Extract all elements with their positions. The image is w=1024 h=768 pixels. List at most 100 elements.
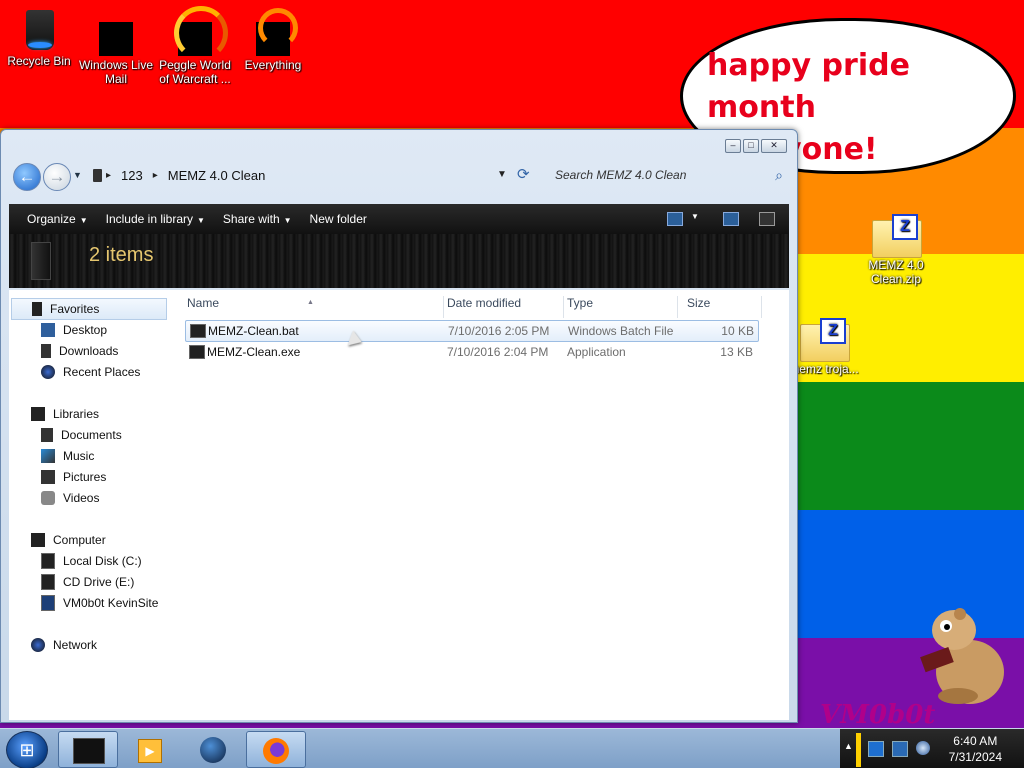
nav-videos[interactable]: Videos bbox=[41, 488, 99, 508]
desktop-icon-memz-zip[interactable]: Z MEMZ 4.0 Clean.zip bbox=[854, 214, 938, 286]
back-button[interactable]: ← bbox=[13, 163, 41, 191]
videos-icon bbox=[41, 491, 55, 505]
nav-label: Local Disk (C:) bbox=[63, 554, 142, 568]
nav-label: Documents bbox=[61, 428, 122, 442]
hamster-reading-icon bbox=[920, 608, 1004, 704]
share-with-button[interactable]: Share with ▼ bbox=[223, 212, 292, 226]
vm0b0t-logo: VM0b0t bbox=[820, 700, 936, 730]
column-header-size[interactable]: Size bbox=[685, 296, 762, 318]
search-icon[interactable]: ⌕ bbox=[771, 167, 787, 184]
column-header-date[interactable]: Date modified bbox=[445, 296, 564, 318]
address-dropdown-icon[interactable]: ▼ bbox=[497, 169, 507, 180]
chevron-right-icon[interactable]: ▸ bbox=[106, 170, 111, 181]
nav-music[interactable]: Music bbox=[41, 446, 94, 466]
forward-button[interactable]: → bbox=[43, 163, 71, 191]
nav-label: Pictures bbox=[63, 470, 107, 484]
item-count: 2 items bbox=[89, 244, 154, 266]
file-row[interactable]: MEMZ-Clean.exe 7/10/2016 2:04 PM Applica… bbox=[185, 342, 757, 362]
taskbar-media-player-button[interactable]: ▶ bbox=[120, 731, 178, 766]
taskbar-firefox-button[interactable] bbox=[246, 731, 306, 768]
search-box[interactable]: Search MEMZ 4.0 Clean ⌕ bbox=[551, 162, 787, 188]
organize-button[interactable]: Organize ▼ bbox=[27, 212, 88, 226]
zip-icon: Z bbox=[800, 318, 850, 362]
help-icon[interactable] bbox=[759, 212, 775, 226]
network-icon bbox=[31, 638, 45, 652]
libraries-icon bbox=[31, 407, 45, 421]
new-folder-button[interactable]: New folder bbox=[310, 212, 367, 226]
nav-label: Downloads bbox=[59, 344, 119, 358]
change-view-icon[interactable] bbox=[667, 212, 683, 226]
nav-recent-places[interactable]: Recent Places bbox=[41, 362, 140, 382]
explorer-window[interactable]: – □ ✕ ← → ▼ ▸ 123 ▸ MEMZ 4.0 Clean ▼ ⟳ S… bbox=[0, 129, 798, 723]
maximize-button[interactable]: □ bbox=[743, 139, 759, 153]
downloads-icon bbox=[41, 344, 51, 358]
volume-icon[interactable] bbox=[916, 741, 930, 755]
recycle-bin-icon bbox=[22, 8, 56, 52]
nav-label: Desktop bbox=[63, 323, 108, 337]
taskbar-explorer-button[interactable] bbox=[58, 731, 118, 768]
nav-downloads[interactable]: Downloads bbox=[41, 341, 118, 361]
desktop-icon-recycle-bin[interactable]: Recycle Bin bbox=[0, 8, 81, 68]
nav-computer[interactable]: Computer bbox=[31, 530, 106, 550]
desktop: Recycle Bin Windows Live Mail Peggle Wor… bbox=[0, 0, 1024, 768]
address-bar[interactable]: ▸ 123 ▸ MEMZ 4.0 Clean bbox=[89, 162, 521, 188]
include-label: Include in library bbox=[105, 212, 193, 226]
column-header-name[interactable]: ▲ Name bbox=[185, 296, 444, 318]
nav-libraries[interactable]: Libraries bbox=[31, 404, 99, 424]
refresh-icon[interactable]: ⟳ bbox=[517, 165, 530, 183]
breadcrumb-123[interactable]: 123 bbox=[121, 168, 143, 183]
clock-date: 7/31/2024 bbox=[948, 750, 1002, 764]
folder-large-icon bbox=[31, 242, 51, 280]
explorer-body: Favorites Desktop Downloads Recent Place… bbox=[9, 290, 789, 720]
chevron-down-icon: ▼ bbox=[283, 216, 292, 225]
nav-pictures[interactable]: Pictures bbox=[41, 467, 106, 487]
start-button[interactable]: ⊞ bbox=[6, 731, 48, 768]
file-row[interactable]: MEMZ-Clean.bat 7/10/2016 2:05 PM Windows… bbox=[185, 320, 759, 342]
nav-desktop[interactable]: Desktop bbox=[41, 320, 107, 340]
details-header: 2 items bbox=[9, 234, 789, 288]
recent-pages-dropdown-icon[interactable]: ▼ bbox=[73, 170, 82, 180]
action-center-icon[interactable] bbox=[868, 741, 884, 757]
music-icon bbox=[41, 449, 55, 463]
taskbar: ⊞ ▶ ▲ 6:40 AM 7/31/2024 bbox=[0, 728, 1024, 768]
peggle-ring-icon bbox=[174, 6, 228, 60]
include-in-library-button[interactable]: Include in library ▼ bbox=[106, 212, 205, 226]
chevron-right-icon[interactable]: ▸ bbox=[153, 170, 158, 181]
view-dropdown-icon[interactable]: ▼ bbox=[691, 212, 705, 224]
nav-label: Music bbox=[63, 449, 95, 463]
desktop-icon bbox=[41, 323, 55, 337]
command-bar: Organize ▼ Include in library ▼ Share with… bbox=[9, 204, 789, 234]
file-type: Windows Batch File bbox=[568, 324, 674, 338]
desktop-icon-label: Windows Live Mail bbox=[78, 58, 154, 86]
zip-folder-icon: Z bbox=[800, 318, 850, 362]
batch-file-icon bbox=[190, 324, 206, 338]
window-caption-buttons: – □ ✕ bbox=[725, 139, 787, 153]
system-tray: ▲ 6:40 AM 7/31/2024 bbox=[840, 729, 1024, 768]
globe-icon bbox=[200, 737, 226, 763]
column-header-type[interactable]: Type bbox=[565, 296, 678, 318]
preview-pane-icon[interactable] bbox=[723, 212, 739, 226]
chevron-down-icon: ▼ bbox=[79, 216, 88, 225]
nav-documents[interactable]: Documents bbox=[41, 425, 122, 445]
file-date: 7/10/2016 2:04 PM bbox=[447, 345, 549, 359]
clock[interactable]: 6:40 AM 7/31/2024 bbox=[949, 733, 1002, 765]
hard-drive-icon bbox=[41, 553, 55, 569]
drive-icon bbox=[93, 168, 102, 182]
file-type: Application bbox=[567, 345, 626, 359]
nav-vm-share[interactable]: VM0b0t KevinSite bbox=[41, 593, 158, 613]
minimize-button[interactable]: – bbox=[725, 139, 741, 153]
desktop-icon-windows-live-mail[interactable]: Windows Live Mail bbox=[74, 22, 158, 86]
taskbar-ie-button[interactable] bbox=[184, 731, 242, 766]
show-hidden-icons-icon[interactable]: ▲ bbox=[844, 741, 858, 755]
zip-folder-icon: Z bbox=[872, 214, 922, 258]
breadcrumb-memz[interactable]: MEMZ 4.0 Clean bbox=[168, 168, 266, 183]
nav-cd-drive[interactable]: CD Drive (E:) bbox=[41, 572, 134, 592]
close-button[interactable]: ✕ bbox=[761, 139, 787, 153]
nav-favorites[interactable]: Favorites bbox=[11, 298, 167, 320]
nav-network[interactable]: Network bbox=[31, 635, 97, 655]
navigation-pane: Favorites Desktop Downloads Recent Place… bbox=[9, 290, 179, 720]
application-file-icon bbox=[189, 345, 205, 359]
nav-label: Recent Places bbox=[63, 365, 141, 379]
nav-local-disk[interactable]: Local Disk (C:) bbox=[41, 551, 142, 571]
network-tray-icon[interactable] bbox=[892, 741, 908, 757]
